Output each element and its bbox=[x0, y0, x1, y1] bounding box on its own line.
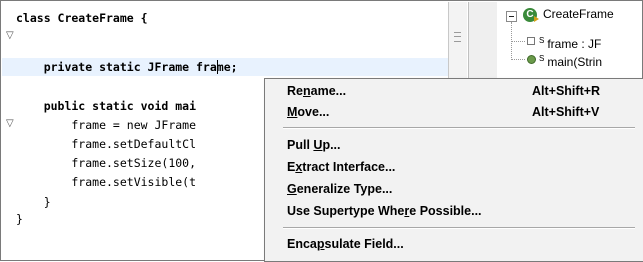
outline-item-label: main(Strin bbox=[547, 55, 603, 69]
code-line-current[interactable]: private static JFrame frame; bbox=[2, 58, 448, 76]
menu-item-label: Use Supertype Where Possible... bbox=[287, 204, 482, 218]
mnemonic-letter: G bbox=[287, 182, 297, 196]
menu-item-shortcut: Alt+Shift+R bbox=[532, 84, 601, 98]
mnemonic-letter: p bbox=[316, 237, 325, 251]
menu-item-rename[interactable]: Rename... Alt+Shift+R bbox=[265, 81, 643, 102]
menu-separator bbox=[283, 227, 635, 229]
menu-item-label: Extract Interface... bbox=[287, 160, 396, 174]
menu-item-label: Rename... bbox=[287, 84, 347, 98]
mnemonic-letter: n bbox=[302, 84, 311, 98]
refactor-context-menu: Rename... Alt+Shift+R Move... Alt+Shift+… bbox=[264, 78, 643, 262]
code-text: } bbox=[16, 212, 23, 226]
code-text: frame = new JFrame bbox=[16, 118, 197, 132]
menu-item-extract-interface[interactable]: Extract Interface... bbox=[265, 157, 643, 178]
static-marker: S bbox=[539, 36, 545, 45]
collapse-icon[interactable] bbox=[506, 11, 517, 22]
mnemonic-letter: x bbox=[295, 160, 303, 174]
code-text: class CreateFrame { bbox=[16, 11, 148, 25]
menu-item-label: Generalize Type... bbox=[287, 182, 393, 196]
outline-item-class[interactable]: CreateFrame bbox=[543, 6, 614, 22]
code-text: private static JFrame frame; bbox=[16, 60, 238, 74]
ide-window: ▽ class CreateFrame { private static JFr… bbox=[0, 0, 643, 262]
mnemonic-letter: U bbox=[313, 138, 323, 152]
outline-item-method[interactable]: Smain(Strin bbox=[539, 51, 603, 69]
code-text: } bbox=[16, 195, 51, 209]
menu-item-encapsulate-field[interactable]: Encapsulate Field... bbox=[265, 234, 643, 255]
mnemonic-letter: r bbox=[404, 204, 410, 218]
scroll-grip-icon[interactable] bbox=[454, 32, 461, 42]
code-text: frame.setVisible(t bbox=[16, 175, 197, 189]
outline-item-field[interactable]: Sframe : JF bbox=[539, 33, 602, 51]
code-text: public static void mai bbox=[16, 99, 197, 113]
outline-item-label: frame : JF bbox=[547, 37, 602, 51]
static-marker: S bbox=[539, 54, 545, 63]
code-text: frame.setSize(100, bbox=[16, 156, 197, 170]
fold-toggle-icon[interactable]: ▽ bbox=[6, 27, 16, 45]
class-icon: C bbox=[523, 8, 539, 22]
tree-connector bbox=[511, 59, 525, 60]
menu-item-label: Move... bbox=[287, 105, 330, 119]
menu-item-label: Encapsulate Field... bbox=[287, 237, 404, 251]
menu-item-use-supertype[interactable]: Use Supertype Where Possible... bbox=[265, 201, 643, 222]
menu-item-generalize-type[interactable]: Generalize Type... bbox=[265, 179, 643, 200]
menu-separator bbox=[283, 127, 635, 129]
code-text: frame.setDefaultCl bbox=[16, 137, 197, 151]
menu-item-label: Pull Up... bbox=[287, 138, 341, 152]
mnemonic-letter: M bbox=[287, 105, 298, 119]
field-icon bbox=[527, 37, 535, 45]
method-icon bbox=[527, 55, 536, 64]
code-line[interactable]: ▽ class CreateFrame { bbox=[2, 9, 448, 41]
tree-connector bbox=[511, 41, 525, 42]
menu-item-move[interactable]: Move... Alt+Shift+V bbox=[265, 102, 643, 123]
menu-item-pull-up[interactable]: Pull Up... bbox=[265, 135, 643, 156]
menu-item-shortcut: Alt+Shift+V bbox=[532, 105, 600, 119]
